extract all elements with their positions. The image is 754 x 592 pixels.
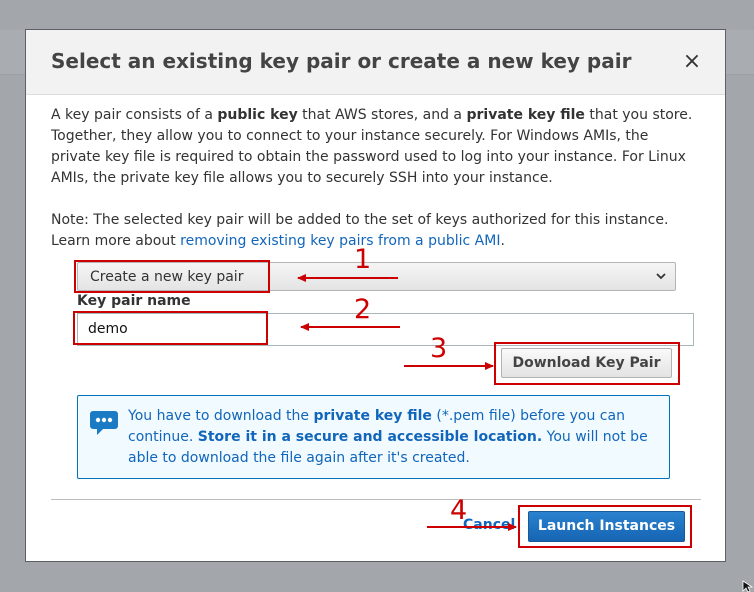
note-paragraph: Note: The selected key pair will be adde…: [51, 210, 701, 252]
download-key-pair-button[interactable]: Download Key Pair: [501, 348, 672, 378]
info-text-part: You have to download the: [128, 408, 314, 424]
key-pair-name-input[interactable]: demo: [77, 313, 694, 346]
launch-instances-button[interactable]: Launch Instances: [528, 511, 685, 542]
footer-divider: [51, 499, 701, 500]
key-pair-select-value: Create a new key pair: [90, 269, 244, 285]
dialog-header: Select an existing key pair or create a …: [26, 30, 725, 95]
chevron-down-icon: [656, 273, 666, 280]
info-bold-store: Store it in a secure and accessible loca…: [197, 429, 543, 445]
intro-paragraph: A key pair consists of a public key that…: [51, 105, 701, 189]
speech-bubble-icon: [90, 411, 118, 435]
remove-key-pairs-link[interactable]: removing existing key pairs from a publi…: [180, 233, 500, 249]
key-pair-select[interactable]: Create a new key pair: [77, 262, 676, 291]
key-pair-dialog: Select an existing key pair or create a …: [25, 29, 726, 562]
intro-bold-public-key: public key: [217, 107, 298, 123]
intro-text: that AWS stores, and a: [297, 107, 467, 123]
mouse-pointer-icon: [742, 580, 754, 592]
note-end: .: [500, 233, 505, 249]
cancel-link[interactable]: Cancel: [463, 517, 515, 533]
intro-text: A key pair consists of a: [51, 107, 218, 123]
key-pair-name-label: Key pair name: [77, 293, 191, 309]
info-text: You have to download the private key fil…: [128, 406, 658, 469]
info-bold-private-key: private key file: [313, 408, 432, 424]
intro-bold-private-key: private key file: [466, 107, 585, 123]
close-icon[interactable]: ×: [678, 48, 706, 76]
info-alert: You have to download the private key fil…: [77, 395, 670, 479]
dialog-title: Select an existing key pair or create a …: [51, 49, 632, 73]
